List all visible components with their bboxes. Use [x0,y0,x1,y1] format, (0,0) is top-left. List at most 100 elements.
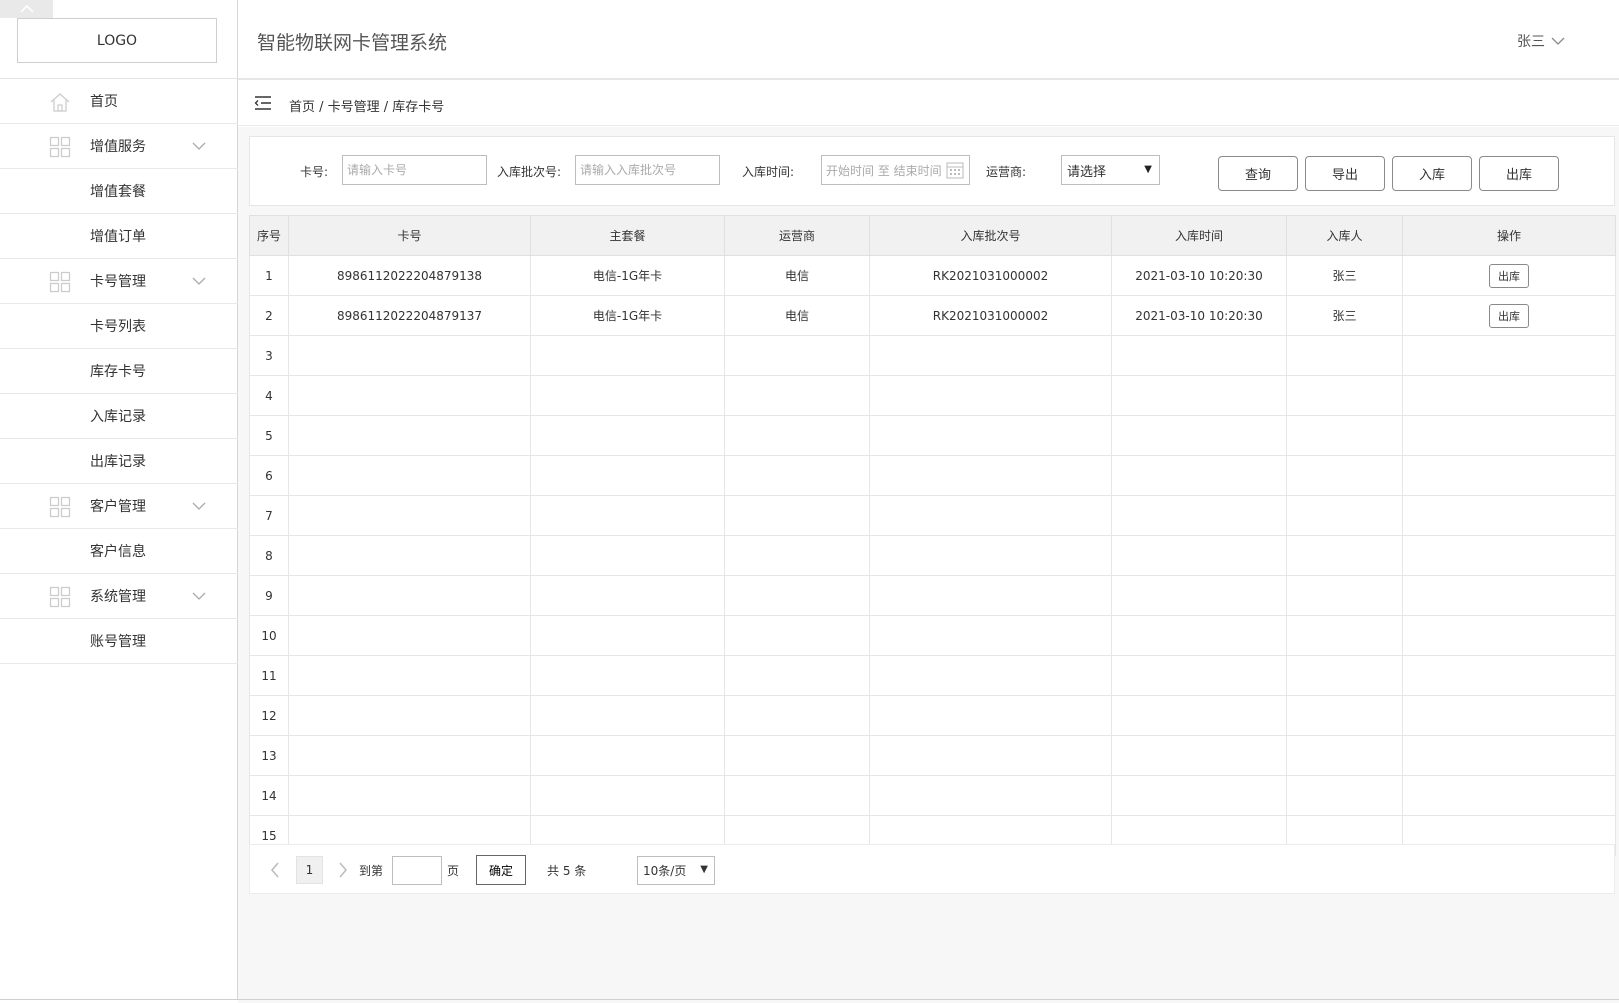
sidebar-item-label: 客户管理 [90,499,146,515]
cell-user: 张三 [1286,295,1403,336]
header: 智能物联网卡管理系统 张三 [238,0,1619,80]
export-button[interactable]: 导出 [1305,156,1385,191]
cell-user [1286,655,1403,696]
date-range-picker[interactable]: 开始时间 至 结束时间 [821,155,970,185]
goto-page-input[interactable] [392,856,442,885]
collapse-sidebar-tab[interactable] [0,0,53,18]
cell-card [288,375,531,416]
sidebar-item[interactable]: 账号管理 [0,619,238,664]
stock-out-button[interactable]: 出库 [1479,156,1559,191]
table-row: 1 8986112022204879138 电信-1G年卡 电信 RK202103100… [249,255,1616,296]
cell-plan [530,775,725,816]
sidebar-item[interactable]: 客户信息 [0,529,238,574]
goto-label: 到第 [359,864,384,878]
app-title: 智能物联网卡管理系统 [257,32,448,54]
stock-in-button[interactable]: 入库 [1392,156,1472,191]
cell-batch [869,735,1112,776]
goto-confirm-button[interactable]: 确定 [476,855,526,885]
logo: LOGO [17,18,217,63]
cell-time [1111,535,1287,576]
dropdown-arrow-icon: ▼ [1144,164,1152,175]
sidebar-item-label: 增值套餐 [90,184,146,200]
carrier-select-value: 请选择 [1067,164,1107,180]
dropdown-arrow-icon: ▼ [700,864,708,875]
cell-card [288,695,531,736]
divider [0,999,1619,1000]
time-label: 入库时间: [742,165,795,179]
batch-input[interactable] [575,155,720,185]
sidebar-menu: 首页 增值服务增值套餐增值订单卡号管理卡号列表 库存卡号 入库记录 出库记录客户管理客户… [0,79,238,664]
cell-carrier [724,415,870,456]
batch-label: 入库批次号: [497,165,562,179]
cell-carrier [724,535,870,576]
user-name: 张三 [1517,34,1545,50]
cell-idx: 9 [249,575,289,616]
sidebar-item[interactable]: 首页 [0,79,238,124]
cell-user [1286,575,1403,616]
sidebar-item-label: 账号管理 [90,634,146,650]
sidebar-item[interactable]: 入库记录 [0,394,238,439]
sidebar-group[interactable]: 卡号管理 [0,259,238,304]
cell-action: 出库 [1402,295,1616,336]
page-size-select[interactable]: 10条/页 ▼ [637,856,715,885]
home-icon [49,91,71,113]
cell-user [1286,695,1403,736]
cell-idx: 11 [249,655,289,696]
sidebar-item[interactable]: 卡号列表 [0,304,238,349]
col-header-plan: 主套餐 [530,215,725,256]
cell-carrier [724,335,870,376]
table-row: 13 [249,735,1616,776]
grid-icon [49,496,71,518]
cell-user [1286,335,1403,376]
cell-card [288,535,531,576]
cell-card: 8986112022204879138 [288,255,531,296]
table-row: 9 [249,575,1616,616]
cell-batch [869,535,1112,576]
user-menu[interactable]: 张三 [1517,31,1565,51]
sidebar-item[interactable]: 库存卡号 [0,349,238,394]
cell-plan [530,695,725,736]
cell-card [288,335,531,376]
cell-batch [869,455,1112,496]
cell-action [1402,535,1616,576]
filter-panel: 卡号: 入库批次号: 入库时间: 开始时间 至 结束时间 运营商: 请选择 ▼ … [249,136,1615,206]
cell-user [1286,495,1403,536]
table-row: 3 [249,335,1616,376]
date-range-placeholder: 开始时间 至 结束时间 [826,163,942,178]
sidebar-item[interactable]: 出库记录 [0,439,238,484]
main-content: 卡号: 入库批次号: 入库时间: 开始时间 至 结束时间 运营商: 请选择 ▼ … [238,127,1619,1003]
chevron-down-icon [191,500,207,512]
sidebar-item-label: 卡号管理 [90,274,146,290]
col-header-batch: 入库批次号 [869,215,1112,256]
query-button[interactable]: 查询 [1218,156,1298,191]
cell-plan [530,495,725,536]
calendar-icon [946,162,964,179]
chevron-right-icon[interactable] [337,861,349,879]
sidebar-group[interactable]: 客户管理 [0,484,238,529]
cell-idx: 10 [249,615,289,656]
chevron-down-icon [191,275,207,287]
row-stock-out-button[interactable]: 出库 [1489,263,1529,288]
chevron-left-icon[interactable] [269,861,281,879]
sidebar-group[interactable]: 系统管理 [0,574,238,619]
menu-fold-icon[interactable] [254,95,272,111]
sidebar-item[interactable]: 增值套餐 [0,169,238,214]
carrier-select[interactable]: 请选择 ▼ [1061,155,1160,185]
card-input[interactable] [342,155,487,185]
table-row: 14 [249,775,1616,816]
chevron-down-icon [191,590,207,602]
cell-user: 张三 [1286,255,1403,296]
cell-idx: 8 [249,535,289,576]
cell-time [1111,615,1287,656]
sidebar-group[interactable]: 增值服务 [0,124,238,169]
cell-user [1286,375,1403,416]
sidebar-item[interactable]: 增值订单 [0,214,238,259]
row-stock-out-button[interactable]: 出库 [1489,303,1529,328]
cell-batch [869,335,1112,376]
cell-batch [869,655,1112,696]
cell-time [1111,575,1287,616]
cell-carrier [724,375,870,416]
cell-time [1111,375,1287,416]
page-number-current[interactable]: 1 [296,856,323,884]
table-row: 7 [249,495,1616,536]
